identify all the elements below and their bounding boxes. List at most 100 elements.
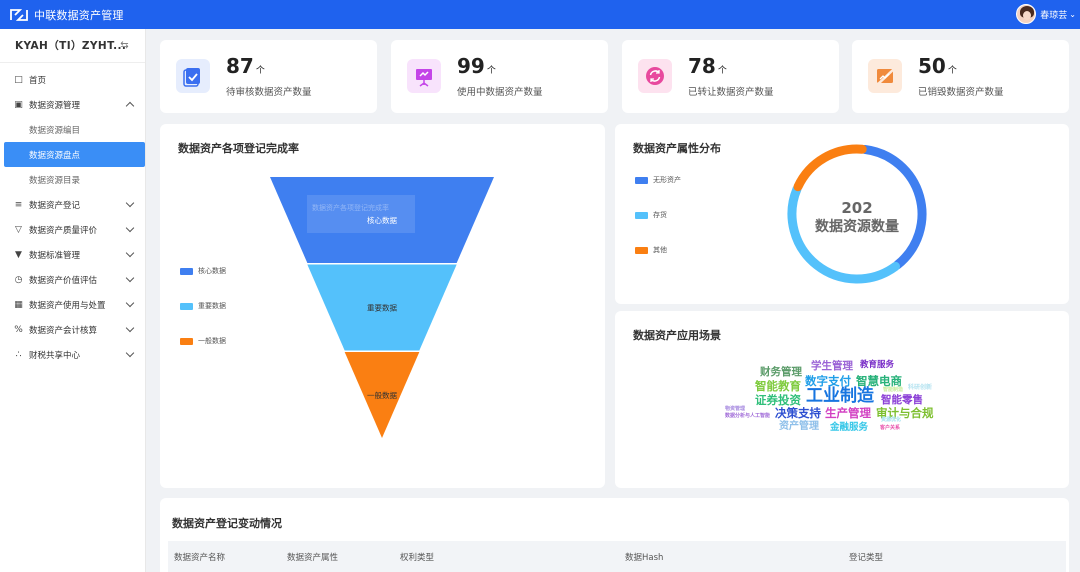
sidebar-item-label: 数据资产使用与处置 xyxy=(29,300,106,311)
chevron-down-icon xyxy=(125,323,135,333)
shield-check-icon: ▼ xyxy=(15,249,22,260)
collapse-sidebar-icon[interactable]: ⇆ xyxy=(120,40,129,51)
chevron-up-icon xyxy=(125,101,135,111)
stat-value: 87 个 xyxy=(226,54,265,78)
presentation-icon xyxy=(407,59,441,93)
save-icon: ▣ xyxy=(14,99,23,110)
grid-icon: ▦ xyxy=(14,299,23,310)
donut-card: 数据资产属性分布 无形资产 存货 其他 202 数据资源数量 xyxy=(615,124,1069,304)
funnel-segment-label: 一般数据 xyxy=(367,390,397,400)
stat-label: 使用中数据资产数量 xyxy=(457,87,543,98)
sidebar-item-4[interactable]: ▼ 数据标准管理 xyxy=(0,242,145,267)
sidebar-item-label: 首页 xyxy=(29,75,47,86)
chevron-down-icon xyxy=(125,348,135,358)
donut-slice[interactable] xyxy=(793,144,867,192)
table-column-header[interactable]: 权利类型 xyxy=(400,551,434,563)
stat-card-2[interactable]: 78 个已转让数据资产数量 xyxy=(622,40,839,113)
percent-icon: % xyxy=(14,324,23,335)
word-cloud-word: 物资管理 xyxy=(725,406,746,412)
shield-icon: ▽ xyxy=(15,224,22,235)
stat-value: 99 个 xyxy=(457,54,496,78)
word-cloud-word: 证券投资 xyxy=(755,393,801,407)
stat-card-0[interactable]: 87 个待审核数据资产数量 xyxy=(160,40,377,113)
funnel-card: 数据资产各项登记完成率 核心数据 重要数据 一般数据 核心数据 重要数据 一般数据 数据资… xyxy=(160,124,605,488)
user-name: 春琼芸 xyxy=(1040,10,1068,21)
word-cloud-word: 智能零售 xyxy=(881,394,923,406)
stat-unit: 个 xyxy=(486,66,496,76)
word-cloud-word: 资产管理 xyxy=(779,421,819,432)
table-title: 数据资产登记变动情况 xyxy=(172,517,282,530)
sidebar-item-label: 数据资产登记 xyxy=(29,200,81,211)
word-cloud-word: 生产管理 xyxy=(825,406,871,420)
sidebar-item-label: 数据资产会计核算 xyxy=(29,325,98,336)
sidebar-subitem-2[interactable]: 数据资源目录 xyxy=(0,167,145,192)
stat-unit: 个 xyxy=(947,66,957,76)
chevron-down-icon xyxy=(125,248,135,258)
chevron-down-icon: ⌄ xyxy=(1069,9,1076,19)
word-cloud-word: 资源优化 xyxy=(881,417,902,423)
stat-label: 已转让数据资产数量 xyxy=(688,87,774,98)
stat-card-3[interactable]: 50 个已销毁数据资产数量 xyxy=(852,40,1069,113)
sidebar: KYAH（TI）ZYHT... ⇆ □ 首页 ▣ 数据资源管理数据资源编目 数据资源盘点… xyxy=(0,29,146,572)
donut-center-value: 202 xyxy=(841,199,872,217)
org-selector[interactable]: KYAH（TI）ZYHT... ⇆ xyxy=(0,29,145,62)
sidebar-item-6[interactable]: ▦ 数据资产使用与处置 xyxy=(0,292,145,317)
sidebar-menu: □ 首页 ▣ 数据资源管理 数据资源编目 数据资源盘点 数据资源目录 ≡ 数据资产登记 ▽ 数据资产… xyxy=(0,63,145,367)
top-bar: 中联数据资产管理 春琼芸 ⌄ xyxy=(0,0,1080,29)
stat-number: 78 xyxy=(688,54,716,78)
stat-unit: 个 xyxy=(717,66,727,76)
stat-value: 78 个 xyxy=(688,54,727,78)
table-column-header[interactable]: 数据Hash xyxy=(625,551,663,563)
table-column-header[interactable]: 数据资产名称 xyxy=(174,551,225,563)
funnel-tooltip-text: 数据资产各项登记完成率 xyxy=(312,203,389,212)
sidebar-item-7[interactable]: % 数据资产会计核算 xyxy=(0,317,145,342)
chevron-down-icon xyxy=(125,298,135,308)
word-cloud-word: 智能教育 xyxy=(755,379,801,393)
sidebar-item-1[interactable]: ▣ 数据资源管理 xyxy=(0,92,145,117)
transfer-icon xyxy=(638,59,672,93)
sidebar-subitem-1[interactable]: 数据资源盘点 xyxy=(4,142,145,167)
monitor-icon: □ xyxy=(14,74,23,85)
sidebar-item-8[interactable]: ∴ 财税共享中心 xyxy=(0,342,145,367)
clock-icon: ◷ xyxy=(14,274,23,285)
sidebar-item-0[interactable]: □ 首页 xyxy=(0,67,145,92)
stat-unit: 个 xyxy=(255,66,265,76)
word-cloud-word: 工业制造 xyxy=(806,386,874,406)
stat-label: 已销毁数据资产数量 xyxy=(918,87,1004,98)
funnel-chart[interactable]: 核心数据重要数据一般数据数据资产各项登记完成率 xyxy=(160,124,605,488)
word-cloud-word: 数据分析与人工智能 xyxy=(725,413,771,419)
stat-number: 50 xyxy=(918,54,946,78)
layers-icon: ≡ xyxy=(14,199,23,210)
funnel-segment-label: 重要数据 xyxy=(367,303,397,313)
sidebar-subitem-0[interactable]: 数据资源编目 xyxy=(0,117,145,142)
sidebar-item-label: 数据标准管理 xyxy=(29,250,81,261)
donut-slice[interactable] xyxy=(860,144,927,270)
sidebar-item-2[interactable]: ≡ 数据资产登记 xyxy=(0,192,145,217)
word-cloud-word: 客户关系 xyxy=(880,425,901,431)
stat-value: 50 个 xyxy=(918,54,957,78)
funnel-tooltip xyxy=(307,195,415,233)
donut-center-label: 数据资源数量 xyxy=(815,218,899,235)
chevron-down-icon xyxy=(125,273,135,283)
sidebar-item-label: 数据资产价值评估 xyxy=(29,275,98,286)
sidebar-item-label: 数据资源管理 xyxy=(29,100,81,111)
donut-chart[interactable]: 202数据资源数量 xyxy=(615,124,1069,304)
word-cloud-word: 金融服务 xyxy=(830,422,869,433)
review-icon xyxy=(176,59,210,93)
sidebar-item-3[interactable]: ▽ 数据资产质量评价 xyxy=(0,217,145,242)
table-column-header[interactable]: 登记类型 xyxy=(849,551,883,563)
sidebar-item-label: 财税共享中心 xyxy=(29,350,81,361)
wordcloud-card: 数据资产应用场景 财务管理 学生管理 教育服务 智能教育 数字支付 智慧电商 证券投资 工业制… xyxy=(615,311,1069,488)
sidebar-item-5[interactable]: ◷ 数据资产价值评估 xyxy=(0,267,145,292)
stat-label: 待审核数据资产数量 xyxy=(226,87,312,98)
stat-card-1[interactable]: 99 个使用中数据资产数量 xyxy=(391,40,608,113)
word-cloud-word: 科研创新 xyxy=(908,384,933,391)
stat-number: 99 xyxy=(457,54,485,78)
chevron-down-icon xyxy=(125,223,135,233)
word-cloud-word: 决策支持 xyxy=(775,406,821,420)
app-title: 中联数据资产管理 xyxy=(34,8,124,22)
chevron-down-icon xyxy=(125,198,135,208)
table-column-header[interactable]: 数据资产属性 xyxy=(287,551,338,563)
app-logo-icon xyxy=(10,8,28,21)
user-menu[interactable]: 春琼芸 ⌄ xyxy=(1016,4,1076,24)
